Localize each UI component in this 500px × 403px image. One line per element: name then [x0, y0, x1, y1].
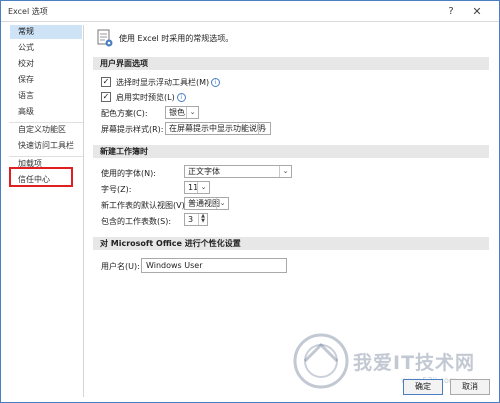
watermark-logo-icon — [293, 333, 349, 389]
username-value: Windows User — [146, 261, 203, 270]
sidebar-item-customize-ribbon[interactable]: 自定义功能区 — [10, 123, 82, 137]
sidebar-item-proofing[interactable]: 校对 — [10, 57, 82, 71]
default-font-label: 使用的字体(N): — [101, 169, 156, 178]
help-icon: ? — [448, 5, 454, 17]
chevron-down-icon: ⌄ — [197, 182, 209, 193]
personalize-section-header: 对 Microsoft Office 进行个性化设置 — [93, 237, 489, 250]
sheet-count-value: 3 — [188, 215, 194, 224]
sidebar-item-quick-access-toolbar[interactable]: 快速访问工具栏 — [10, 139, 82, 153]
close-icon: ✕ — [472, 4, 482, 18]
font-size-label: 字号(Z): — [101, 185, 132, 194]
panel-header: 使用 Excel 时采用的常规选项。 — [119, 34, 234, 43]
default-view-select[interactable]: 普通视图 ⌄ — [184, 197, 229, 210]
font-size-select[interactable]: 11 ⌄ — [184, 181, 210, 194]
title-bar: Excel 选项 ? ✕ — [1, 1, 499, 22]
color-scheme-label: 配色方案(C): — [101, 109, 148, 118]
trust-center-highlight — [9, 167, 73, 187]
sidebar-item-save[interactable]: 保存 — [10, 73, 82, 87]
default-view-label: 新工作表的默认视图(V): — [101, 201, 188, 210]
close-button[interactable]: ✕ — [467, 3, 487, 19]
chevron-down-icon: ⌄ — [186, 107, 198, 118]
sheet-count-label: 包含的工作表数(S): — [101, 217, 172, 226]
window-title: Excel 选项 — [8, 7, 48, 16]
general-options-icon — [97, 29, 113, 47]
screentip-style-select[interactable]: 在屏幕提示中显示功能说明 ⌄ — [165, 122, 271, 135]
mini-toolbar-label: 选择时显示浮动工具栏(M) — [116, 77, 210, 87]
color-scheme-select[interactable]: 银色 ⌄ — [165, 106, 199, 119]
screentip-style-label: 屏幕提示样式(R): — [101, 125, 164, 134]
sidebar-item-general[interactable]: 常规 — [10, 25, 82, 39]
live-preview-checkbox[interactable]: ✓ — [101, 92, 111, 102]
ok-button[interactable]: 确定 — [403, 379, 443, 395]
sidebar-item-language[interactable]: 语言 — [10, 89, 82, 103]
username-label: 用户名(U): — [101, 262, 140, 271]
options-sidebar: 常规 公式 校对 保存 语言 高级 自定义功能区 快速访问工具栏 加载项 信任中… — [7, 25, 84, 397]
color-scheme-value: 银色 — [169, 108, 185, 117]
screentip-style-value: 在屏幕提示中显示功能说明 — [169, 124, 265, 133]
help-button[interactable]: ? — [441, 3, 461, 19]
chevron-down-icon: ⌄ — [279, 166, 291, 177]
spinner-arrows-icon[interactable]: ▲ ▼ — [198, 214, 207, 225]
info-icon: i — [211, 77, 221, 87]
mini-toolbar-option[interactable]: ✓ 选择时显示浮动工具栏(M) i — [101, 76, 221, 88]
chevron-down-icon: ⌄ — [258, 123, 270, 134]
live-preview-label: 启用实时预览(L) — [116, 92, 175, 102]
default-font-select[interactable]: 正文字体 ⌄ — [184, 165, 292, 178]
chevron-down-icon: ⌄ — [216, 198, 228, 209]
sidebar-item-advanced[interactable]: 高级 — [10, 105, 82, 119]
ui-options-section-header: 用户界面选项 — [93, 57, 489, 70]
sidebar-item-formulas[interactable]: 公式 — [10, 41, 82, 55]
info-icon: i — [176, 92, 186, 102]
excel-options-window: Excel 选项 ? ✕ 常规 公式 校对 保存 语言 高级 自定义功能区 快速… — [0, 0, 500, 403]
cancel-button[interactable]: 取消 — [450, 379, 490, 395]
username-input[interactable]: Windows User — [141, 258, 287, 273]
new-workbook-section-header: 新建工作簿时 — [93, 145, 489, 158]
mini-toolbar-checkbox[interactable]: ✓ — [101, 77, 111, 87]
live-preview-option[interactable]: ✓ 启用实时预览(L) i — [101, 91, 186, 103]
default-font-value: 正文字体 — [188, 167, 220, 176]
watermark-text: 我爱IT技术网 — [353, 352, 476, 374]
sheet-count-spinner[interactable]: 3 ▲ ▼ — [184, 213, 208, 226]
